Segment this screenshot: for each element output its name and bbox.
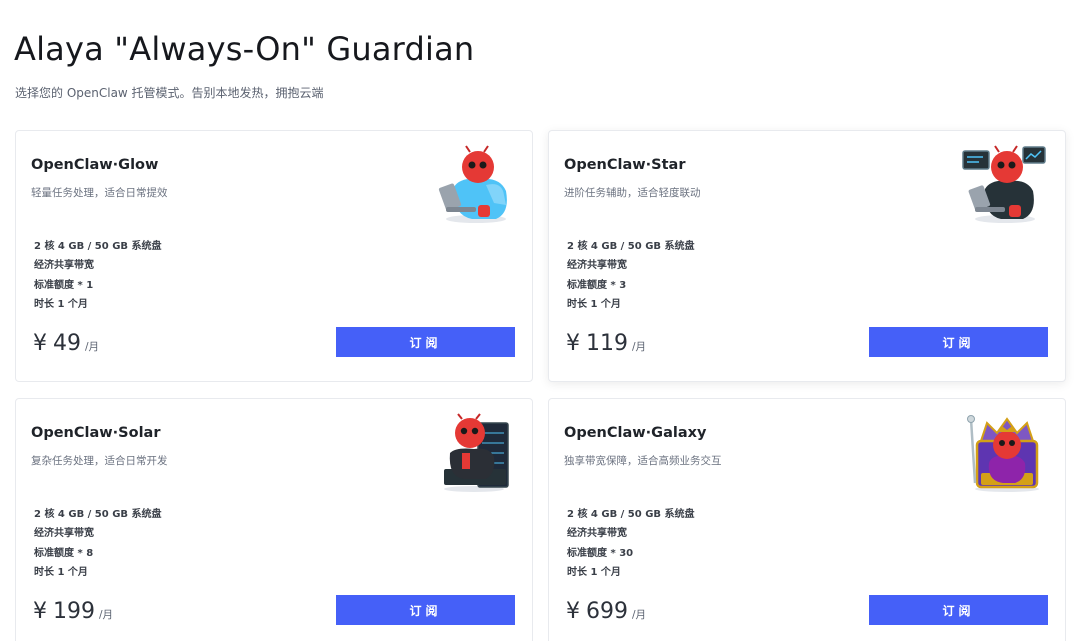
plan-description: 进阶任务辅助，适合轻度联动	[564, 187, 701, 199]
plan-description: 独享带宽保障，适合高频业务交互	[564, 455, 722, 467]
spec-item: 经济共享带宽	[567, 528, 627, 540]
subscribe-button[interactable]: 订阅	[869, 327, 1048, 357]
plan-name: OpenClaw·Solar	[31, 425, 161, 441]
page-subtitle: 选择您的 OpenClaw 托管模式。告别本地发热，拥抱云端	[15, 86, 324, 100]
spec-list: 2 核 4 GB / 50 GB 系统盘 经济共享带宽 标准额度 * 8 时长 …	[34, 505, 162, 582]
plan-card-glow: OpenClaw·Glow 轻量任务处理，适合日常提效 2 核 4 GB / 5…	[15, 130, 533, 382]
robot-monitors-laptop-icon	[962, 145, 1046, 223]
currency-symbol: ¥	[566, 331, 580, 356]
robot-king-throne-icon	[967, 415, 1039, 492]
spec-item: 经济共享带宽	[567, 260, 627, 272]
price: ¥ 49 /月	[33, 331, 99, 356]
spec-item: 经济共享带宽	[34, 260, 94, 272]
spec-list: 2 核 4 GB / 50 GB 系统盘 经济共享带宽 标准额度 * 3 时长 …	[567, 237, 695, 314]
price-value: 199	[53, 599, 95, 624]
robot-server-chair-icon	[444, 413, 509, 492]
price-unit: /月	[632, 609, 647, 621]
spec-item: 标准额度 * 30	[567, 547, 634, 559]
page-title: Alaya "Always-On" Guardian	[14, 30, 475, 68]
plan-description: 轻量任务处理，适合日常提效	[31, 187, 168, 199]
spec-item: 标准额度 * 8	[34, 547, 94, 559]
subscribe-button[interactable]: 订阅	[336, 327, 515, 357]
plan-grid: OpenClaw·Glow 轻量任务处理，适合日常提效 2 核 4 GB / 5…	[15, 130, 1066, 641]
spec-item: 经济共享带宽	[34, 528, 94, 540]
plan-name: OpenClaw·Glow	[31, 157, 159, 173]
plan-card-galaxy: OpenClaw·Galaxy 独享带宽保障，适合高频业务交互 2 核 4 GB…	[548, 398, 1066, 641]
price: ¥ 699 /月	[566, 599, 646, 624]
robot-hoodie-laptop-icon	[438, 145, 507, 223]
plan-card-solar: OpenClaw·Solar 复杂任务处理，适合日常开发 2 核 4 GB /	[15, 398, 533, 641]
price-unit: /月	[632, 341, 647, 353]
spec-item: 2 核 4 GB / 50 GB 系统盘	[567, 241, 695, 252]
subscribe-button[interactable]: 订阅	[336, 595, 515, 625]
price-unit: /月	[85, 341, 100, 353]
plan-description: 复杂任务处理，适合日常开发	[31, 455, 168, 467]
spec-item: 标准额度 * 3	[567, 279, 627, 291]
spec-list: 2 核 4 GB / 50 GB 系统盘 经济共享带宽 标准额度 * 30 时长…	[567, 505, 695, 582]
spec-item: 时长 1 个月	[567, 566, 621, 578]
spec-item: 标准额度 * 1	[34, 279, 94, 291]
spec-item: 2 核 4 GB / 50 GB 系统盘	[567, 509, 695, 520]
plan-card-star: OpenClaw·Star 进阶任务辅助，适合轻度联动 2 核 4 GB / 5…	[548, 130, 1066, 382]
spec-item: 时长 1 个月	[567, 298, 621, 310]
price: ¥ 199 /月	[33, 599, 113, 624]
price-unit: /月	[99, 609, 114, 621]
plan-name: OpenClaw·Galaxy	[564, 425, 707, 441]
spec-item: 时长 1 个月	[34, 566, 88, 578]
price-value: 119	[586, 331, 628, 356]
spec-item: 时长 1 个月	[34, 298, 88, 310]
subscribe-button[interactable]: 订阅	[869, 595, 1048, 625]
plan-name: OpenClaw·Star	[564, 157, 686, 173]
price-value: 699	[586, 599, 628, 624]
currency-symbol: ¥	[33, 331, 47, 356]
spec-list: 2 核 4 GB / 50 GB 系统盘 经济共享带宽 标准额度 * 1 时长 …	[34, 237, 162, 314]
spec-item: 2 核 4 GB / 50 GB 系统盘	[34, 241, 162, 252]
currency-symbol: ¥	[566, 599, 580, 624]
pricing-page: Alaya "Always-On" Guardian 选择您的 OpenClaw…	[0, 0, 1080, 641]
price: ¥ 119 /月	[566, 331, 646, 356]
currency-symbol: ¥	[33, 599, 47, 624]
price-value: 49	[53, 331, 81, 356]
spec-item: 2 核 4 GB / 50 GB 系统盘	[34, 509, 162, 520]
